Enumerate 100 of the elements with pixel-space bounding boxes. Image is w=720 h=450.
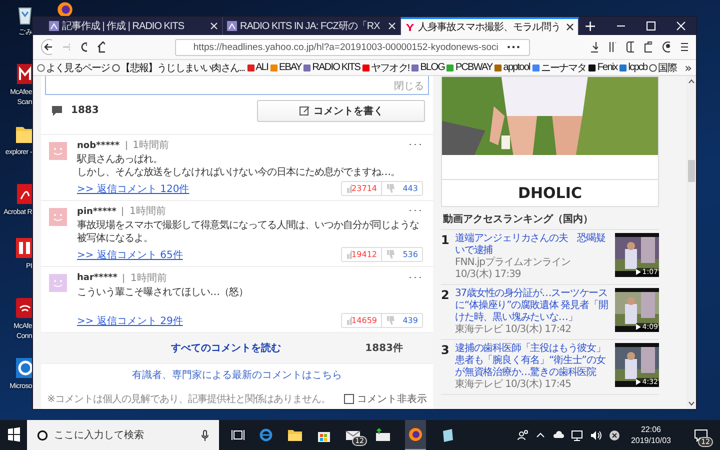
scrollbar-thumb[interactable] [688, 160, 694, 182]
browser-tab[interactable]: 人身事故スマホ撮影、モラル問う [401, 17, 579, 35]
cloud-icon[interactable] [552, 431, 564, 439]
rank-number: 2 [441, 288, 450, 304]
username[interactable]: nob***** [77, 140, 120, 150]
menu-icon[interactable] [680, 41, 688, 53]
thumb-down-icon [386, 316, 395, 325]
error-icon[interactable] [608, 430, 620, 440]
write-comment-button[interactable]: コメントを書く [257, 100, 425, 122]
maximize-icon[interactable] [646, 21, 656, 31]
favicon-icon [405, 22, 415, 32]
thumb-down-icon [386, 184, 395, 193]
clock[interactable]: 22:06 2019/10/03 [630, 424, 671, 446]
square-icon [246, 64, 255, 72]
back-icon[interactable] [41, 39, 52, 55]
rank-number: 1 [441, 233, 450, 249]
comment-time: 1時間前 [122, 207, 166, 216]
people-icon[interactable] [516, 429, 529, 441]
bookmark-link[interactable]: ALI [246, 62, 268, 73]
scrollbar[interactable] [686, 76, 696, 409]
more-button[interactable]: ･･･ [408, 140, 423, 151]
app-icon[interactable] [14, 62, 32, 86]
page-actions-button[interactable]: ••• [506, 42, 521, 52]
app-icon[interactable] [14, 296, 32, 320]
notepad-icon[interactable] [440, 428, 455, 442]
play-icon [636, 379, 642, 385]
task-view-icon[interactable] [231, 429, 245, 441]
bookmark-link[interactable]: RADIO KITS [303, 62, 360, 73]
bookmark-link[interactable]: ヤフオク! [362, 60, 410, 74]
network-icon[interactable] [570, 430, 583, 440]
app-icon[interactable] [375, 428, 391, 442]
chevron-up-icon[interactable] [536, 432, 545, 438]
speech-bubble-icon [51, 105, 63, 116]
square-icon [411, 64, 420, 72]
replies-link[interactable]: >> 返信コメント 120件 [77, 182, 190, 196]
thumb-down-icon [386, 250, 395, 259]
browser-icon[interactable] [14, 356, 32, 380]
username[interactable]: pin***** [77, 206, 116, 216]
username[interactable]: har***** [77, 273, 118, 284]
app-icon[interactable] [14, 182, 32, 206]
bookmark-link[interactable]: ニーナマタ [532, 60, 586, 74]
video-link[interactable]: 道端アンジェリカさんの夫 恐喝疑いで逮捕 [455, 233, 611, 257]
bookmark-link[interactable]: EBAY [270, 62, 302, 73]
square-icon [270, 64, 278, 72]
browser-tab[interactable]: 記事作成 | 作成 | RADIO KITS [45, 17, 223, 35]
experts-link[interactable]: 有識者、専門家による最新のコメントはこちら [132, 370, 342, 381]
bookmark-link[interactable]: 【悲報】うじしまいい肉さん... [112, 60, 245, 74]
bookmark-link[interactable]: PCBWAY [446, 62, 492, 73]
comment-text: こういう輩こそ曝されてほしい…（怒） [77, 286, 249, 300]
screenshot-icon[interactable] [644, 41, 652, 53]
cortana-icon[interactable] [37, 430, 48, 440]
like-button[interactable]: 14659 [342, 314, 382, 327]
account-icon[interactable] [662, 41, 670, 53]
app-icon[interactable] [14, 236, 32, 260]
sidebar-icon[interactable] [626, 41, 634, 53]
download-icon[interactable] [590, 41, 598, 53]
comment-text: 事故現場をスマホで撮影して得意気になってる人間は、いつか自分が同じような被写体になるよ。 [77, 219, 420, 245]
speaker-icon[interactable] [590, 430, 602, 440]
read-all-link[interactable]: すべてのコメントを読む [171, 341, 281, 355]
favicon-icon [227, 21, 237, 31]
ranking-title: 動画アクセスランキング（国内） [441, 207, 659, 230]
scroll-up-icon[interactable] [688, 79, 694, 84]
bookmarks-overflow-button[interactable]: » [684, 60, 692, 74]
address-bar[interactable]: https://headlines.yahoo.co.jp/hl?a=20191003-00000152-kyodonews-soci ••• [175, 38, 530, 56]
browser-icon[interactable] [56, 0, 74, 16]
more-button[interactable]: ･･･ [408, 206, 423, 217]
ad-card[interactable]: DHOLIC [441, 76, 659, 207]
comment-time: 1時間前 [123, 274, 167, 283]
comment-time: 1時間前 [126, 141, 169, 150]
scroll-down-icon[interactable] [688, 401, 694, 406]
square-icon [532, 64, 540, 72]
favicon-icon [49, 21, 59, 31]
more-button[interactable]: ･･･ [408, 272, 423, 284]
checkbox-label[interactable]: コメント非表示 [357, 392, 427, 406]
replies-link[interactable]: >> 返信コメント 29件 [77, 314, 183, 328]
bookmark-link[interactable]: よく見るページ [37, 60, 110, 74]
square-icon [446, 64, 454, 72]
bookmark-link[interactable]: lcpcb [619, 62, 648, 73]
bookmark-link[interactable]: apptool [494, 62, 530, 73]
folder-icon[interactable] [287, 428, 303, 442]
bookmark-link[interactable]: Fenix [588, 62, 618, 73]
comment-count: 1883 [71, 105, 99, 116]
hide-comments-checkbox[interactable] [344, 394, 354, 404]
brand-logo: DHOLIC [517, 183, 583, 204]
bookmark-link[interactable]: BLOG [411, 62, 444, 73]
video-link[interactable]: 逮捕の歯科医師「主役はもう彼女」患者も「腕良く有名」“衛生士”の女が無資格治療か…驚きの歯科医院 [455, 343, 611, 379]
replies-link[interactable]: >> 返信コメント 65件 [77, 248, 183, 262]
microphone-icon[interactable] [201, 430, 209, 440]
like-button[interactable]: 23714 [342, 182, 382, 195]
square-icon [619, 64, 628, 72]
search-field[interactable]: ここに入力して検索 [27, 420, 219, 450]
source-text: 東海テレビ 10/3(木) 17:45 [455, 379, 572, 391]
new-tab-button[interactable]: + [579, 17, 602, 35]
thumb-up-icon [346, 316, 352, 325]
video-link[interactable]: 37歳女性の身分証が…スーツケースに“体操座り”の腐敗遺体 発見者「開けた時、黒い塊みたいな…」 [455, 288, 611, 324]
close-icon[interactable] [566, 23, 574, 31]
bookmark-link[interactable]: 国際 [649, 60, 676, 74]
thumb-up-icon [346, 250, 352, 259]
like-button[interactable]: 19412 [342, 248, 382, 261]
play-icon [636, 324, 642, 330]
